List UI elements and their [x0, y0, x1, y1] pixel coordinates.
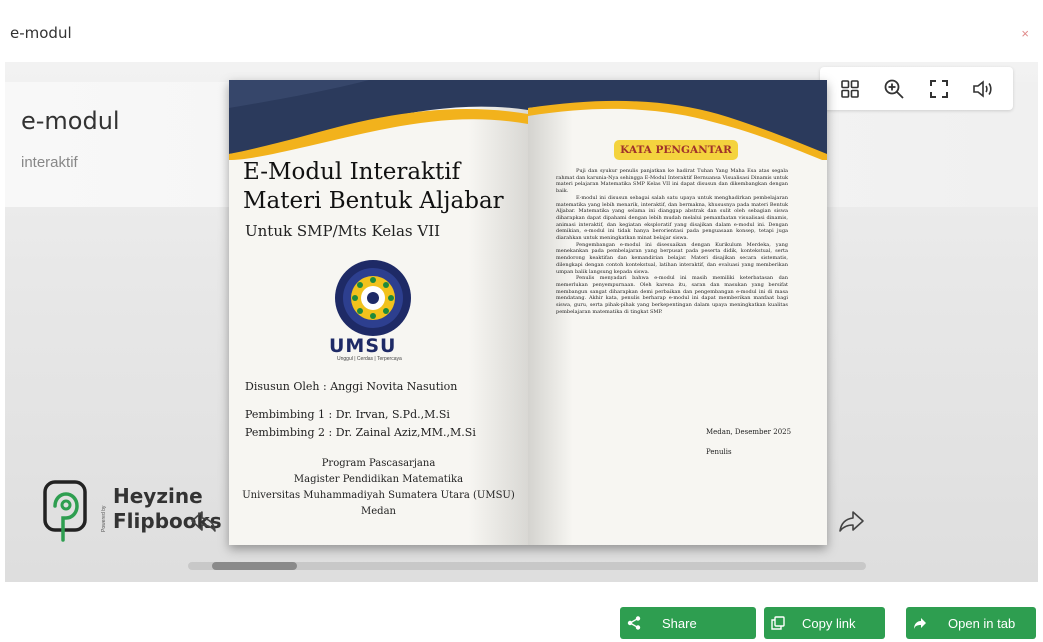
heyzine-logo-icon [43, 480, 87, 542]
supervisor-1: Pembimbing 1 : Dr. Irvan, S.Pd.,M.Si [245, 408, 450, 421]
sound-icon[interactable] [968, 74, 998, 104]
module-title: E-Modul Interaktif Materi Bentuk Aljabar [243, 158, 504, 216]
title-bar: e-modul × [0, 0, 1043, 62]
flipbook[interactable]: E-Modul Interaktif Materi Bentuk Aljabar… [229, 80, 827, 545]
open-in-tab-button[interactable]: Open in tab [906, 607, 1036, 639]
copy-link-label: Copy link [802, 615, 856, 631]
preface-paragraph: Penulis menyadari bahwa e-modul ini masi… [556, 275, 788, 315]
action-bar: Share Copy link Open in tab [0, 582, 1043, 642]
forward-arrow-icon [906, 616, 934, 630]
copy-icon [764, 616, 792, 630]
zoom-in-icon[interactable] [879, 74, 909, 104]
preface-body: Puji dan syukur penulis panjatkan ke had… [556, 168, 788, 315]
next-page-icon[interactable] [837, 506, 867, 536]
side-subtitle: interaktif [21, 154, 78, 171]
umsu-wordmark: UMSU [329, 335, 397, 357]
right-page: KATA PENGANTAR Puji dan syukur penulis p… [528, 80, 827, 545]
prev-page-icon[interactable] [188, 506, 218, 536]
city-line: Medan [361, 506, 396, 517]
module-subtitle: Untuk SMP/Mts Kelas VII [245, 222, 441, 240]
preface-paragraph: Puji dan syukur penulis panjatkan ke had… [556, 168, 788, 195]
window-title: e-modul [10, 24, 72, 42]
open-in-tab-label: Open in tab [948, 615, 1016, 631]
page-scrollbar[interactable] [188, 562, 866, 570]
degree-line: Magister Pendidikan Matematika [293, 474, 464, 485]
share-label: Share [662, 615, 697, 631]
side-title: e-modul [21, 107, 120, 135]
umsu-seal-logo [335, 260, 411, 336]
program-line: Program Pascasarjana [321, 458, 436, 469]
page-banner [229, 80, 528, 160]
share-button[interactable]: Share [620, 607, 756, 639]
copy-link-button[interactable]: Copy link [764, 607, 885, 639]
scrollbar-thumb[interactable] [212, 562, 297, 570]
powered-by-label: Powered by [101, 505, 107, 532]
preface-paragraph: E-modul ini disusun sebagai salah satu u… [556, 194, 788, 242]
share-icon [620, 616, 648, 630]
sign-place-date: Medan, Desember 2025 [706, 428, 792, 436]
supervisor-2: Pembimbing 2 : Dr. Zainal Aziz,MM.,M.Si [245, 426, 476, 439]
viewer-toolbar [820, 67, 1013, 110]
university-line: Universitas Muhammadiyah Sumatera Utara … [242, 490, 515, 501]
sign-name: Penulis [706, 448, 732, 456]
grid-icon[interactable] [835, 74, 865, 104]
title-line-1: E-Modul Interaktif [243, 159, 461, 185]
title-line-2: Materi Bentuk Aljabar [243, 188, 504, 214]
left-page: E-Modul Interaktif Materi Bentuk Aljabar… [229, 80, 528, 545]
flipbook-stage: e-modul interaktif E-Modul Interaktif Ma… [5, 62, 1038, 582]
umsu-tagline: Unggul | Cerdas | Terpercaya [337, 356, 402, 362]
fullscreen-icon[interactable] [924, 74, 954, 104]
author-line: Disusun Oleh : Anggi Novita Nasution [245, 380, 458, 393]
close-icon[interactable]: × [1021, 26, 1029, 41]
preface-heading: KATA PENGANTAR [614, 140, 738, 160]
preface-paragraph: Pengembangan e-modul ini disesuaikan den… [556, 241, 788, 275]
